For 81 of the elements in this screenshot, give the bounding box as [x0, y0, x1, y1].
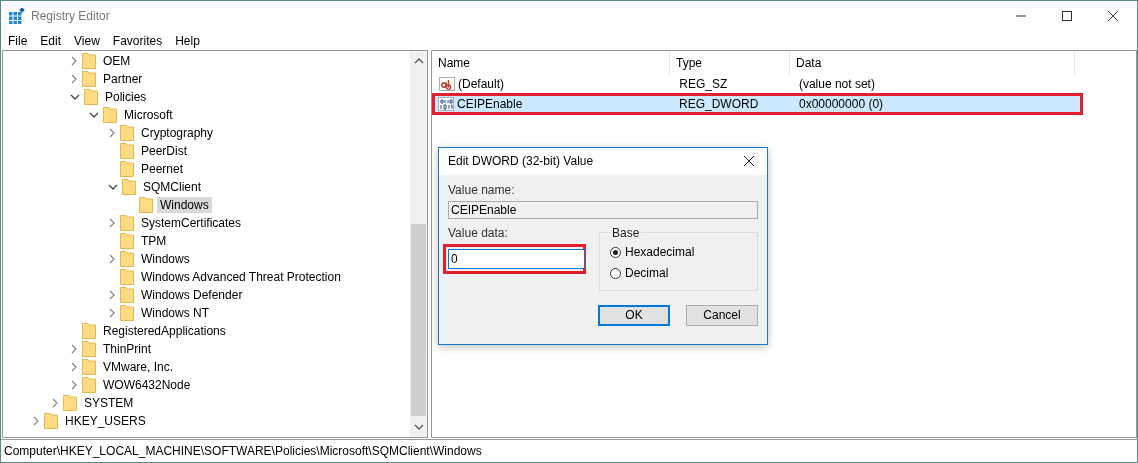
menu-item[interactable]: Edit: [40, 33, 62, 48]
dialog-title: Edit DWORD (32-bit) Value: [448, 154, 594, 169]
window-title: Registry Editor: [31, 9, 110, 24]
tree-item[interactable]: Microsoft: [121, 106, 176, 123]
tree-item[interactable]: Policies: [102, 88, 150, 105]
folder-icon: [82, 322, 96, 339]
tree-item[interactable]: Windows NT: [138, 304, 212, 321]
folder-icon: [44, 412, 58, 429]
tree-item[interactable]: TPM: [138, 232, 170, 249]
folder-icon: [82, 358, 96, 375]
tree-item[interactable]: SYSTEM: [81, 394, 137, 411]
tree-item[interactable]: Cryptography: [138, 124, 217, 141]
tree-item[interactable]: Peernet: [138, 160, 187, 177]
folder-icon: [120, 124, 134, 141]
tree-item[interactable]: ThinPrint: [100, 340, 155, 357]
close-icon[interactable]: [1107, 10, 1119, 23]
maximize-icon[interactable]: [1061, 10, 1073, 23]
folder-icon: [84, 88, 98, 105]
tree-item[interactable]: VMware, Inc.: [100, 358, 177, 375]
close-icon[interactable]: [743, 155, 755, 168]
tree-item[interactable]: Windows Advanced Threat Protection: [138, 268, 344, 285]
tree-item[interactable]: HKEY_USERS: [62, 412, 149, 429]
folder-icon: [63, 394, 77, 411]
folder-icon: [82, 52, 96, 69]
folder-icon: [139, 196, 153, 213]
value-row[interactable]: (Default) REG_SZ (value not set): [434, 74, 1079, 93]
column-header[interactable]: Data: [790, 50, 1075, 75]
value-name: CEIPEnable: [457, 96, 523, 111]
menu-item[interactable]: Favorites: [112, 33, 163, 48]
tree-item[interactable]: PeerDist: [138, 142, 190, 159]
folder-icon: [82, 340, 96, 357]
folder-icon: [120, 232, 134, 249]
scroll-down-icon[interactable]: [413, 423, 424, 432]
value-data: (value not set): [797, 76, 876, 91]
dialog-button[interactable]: OK: [598, 304, 670, 326]
value-data-field[interactable]: 0: [448, 248, 585, 269]
registry-app-icon: [9, 8, 25, 25]
menu-item[interactable]: File: [8, 33, 28, 48]
menu-item[interactable]: View: [74, 33, 100, 48]
radio-label[interactable]: Decimal: [625, 266, 669, 281]
binary-value-icon: [438, 96, 454, 111]
folder-icon: [122, 178, 136, 195]
folder-icon: [120, 286, 134, 303]
folder-icon: [120, 214, 134, 231]
radio-button[interactable]: [610, 267, 621, 279]
tree-item[interactable]: OEM: [100, 52, 134, 69]
folder-icon: [120, 160, 134, 177]
tree-item[interactable]: Windows Defender: [138, 286, 246, 303]
column-header[interactable]: Name: [432, 50, 670, 75]
column-header[interactable]: Type: [670, 50, 790, 75]
radio-button[interactable]: [610, 246, 621, 258]
folder-icon: [82, 70, 96, 87]
tree-item[interactable]: WOW6432Node: [100, 376, 194, 393]
field-label: Value data:: [448, 225, 509, 240]
menu-item[interactable]: Help: [175, 33, 200, 48]
folder-icon: [120, 142, 134, 159]
folder-icon: [120, 268, 134, 285]
field-label: Value name:: [448, 182, 516, 197]
value-row[interactable]: CEIPEnable REG_DWORD 0x00000000 (0): [432, 92, 1083, 115]
tree-item[interactable]: SQMClient: [140, 178, 204, 195]
tree-item[interactable]: Partner: [100, 70, 146, 87]
string-value-icon: [439, 76, 455, 91]
tree-item[interactable]: SystemCertificates: [138, 214, 245, 231]
radio-label[interactable]: Hexadecimal: [625, 245, 695, 260]
value-type: REG_DWORD: [678, 96, 760, 111]
status-bar: Computer\HKEY_LOCAL_MACHINE\SOFTWARE\Policies\Microsoft\SQMClient\Windows: [1, 439, 1137, 462]
value-data: 0x00000000 (0): [798, 96, 885, 111]
tree-item[interactable]: Windows: [138, 250, 193, 267]
scrollbar-thumb[interactable]: [411, 223, 426, 416]
value-type: REG_SZ: [678, 76, 729, 91]
folder-icon: [120, 250, 134, 267]
folder-icon: [103, 106, 117, 123]
tree-item[interactable]: RegisteredApplications: [100, 322, 229, 339]
group-label: Base: [611, 225, 641, 240]
dialog-button[interactable]: Cancel: [686, 304, 758, 326]
folder-icon: [120, 304, 134, 321]
value-name: (Default): [458, 76, 504, 91]
scroll-up-icon[interactable]: [413, 56, 424, 65]
tree-item[interactable]: Windows: [157, 196, 212, 213]
folder-icon: [82, 376, 96, 393]
value-name-field: CEIPEnable: [448, 200, 758, 219]
